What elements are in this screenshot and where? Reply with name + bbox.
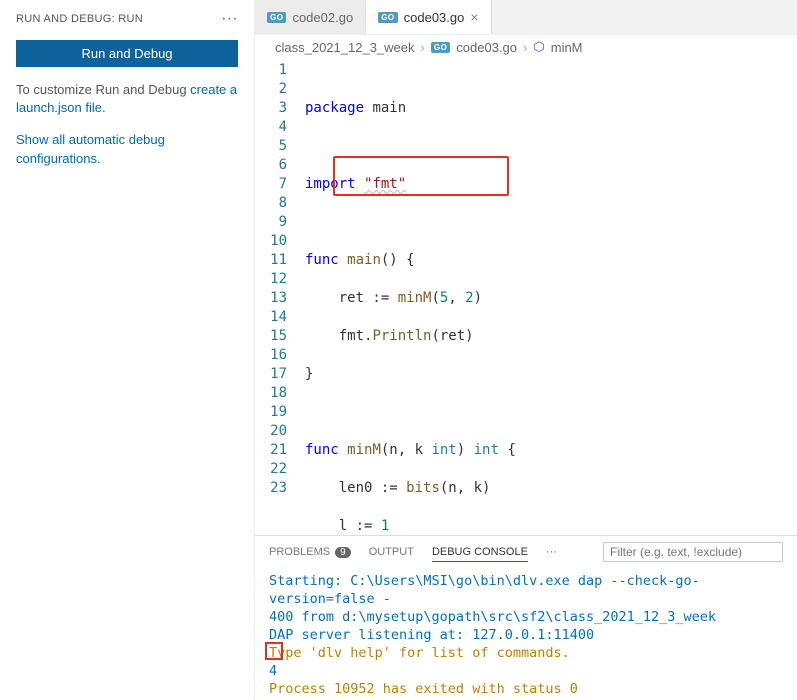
problems-count-badge: 9: [335, 547, 351, 558]
code-content[interactable]: package main import "fmt" func main() { …: [305, 61, 797, 535]
editor-tabs: GO code02.go GO code03.go ×: [255, 0, 797, 35]
show-configs-link[interactable]: Show all automatic debug configurations: [16, 132, 165, 165]
run-debug-button[interactable]: Run and Debug: [16, 40, 238, 67]
debug-sidebar: RUN AND DEBUG: RUN ··· Run and Debug To …: [0, 0, 255, 700]
go-icon: GO: [431, 42, 450, 53]
panel-more-icon[interactable]: ···: [546, 546, 557, 558]
sidebar-more-icon[interactable]: ···: [221, 10, 238, 28]
tab-code02[interactable]: GO code02.go: [255, 0, 366, 34]
line-gutter: 1234567891011121314151617181920212223: [255, 61, 305, 535]
chevron-right-icon: ›: [523, 40, 527, 55]
symbol-icon: ⬡: [533, 39, 544, 55]
customize-text: To customize Run and Debug create a laun…: [16, 81, 238, 117]
tab-debug-console[interactable]: DEBUG CONSOLE: [432, 546, 528, 562]
bottom-panel: PROBLEMS 9 OUTPUT DEBUG CONSOLE ··· Star…: [255, 535, 797, 700]
chevron-right-icon: ›: [421, 40, 425, 55]
console-filter-input[interactable]: [603, 542, 783, 562]
tab-problems[interactable]: PROBLEMS 9: [269, 546, 351, 558]
debug-console-output[interactable]: Starting: C:\Users\MSI\go\bin\dlv.exe da…: [255, 568, 797, 700]
sidebar-title: RUN AND DEBUG: RUN: [16, 13, 143, 25]
tab-code03[interactable]: GO code03.go ×: [366, 0, 491, 34]
highlight-box: [265, 642, 283, 660]
go-icon: GO: [267, 12, 286, 23]
breadcrumb[interactable]: class_2021_12_3_week › GO code03.go › ⬡ …: [255, 35, 797, 59]
go-icon: GO: [378, 12, 397, 23]
close-icon[interactable]: ×: [470, 9, 478, 25]
tab-output[interactable]: OUTPUT: [369, 546, 414, 558]
code-editor[interactable]: 1234567891011121314151617181920212223 pa…: [255, 59, 797, 535]
